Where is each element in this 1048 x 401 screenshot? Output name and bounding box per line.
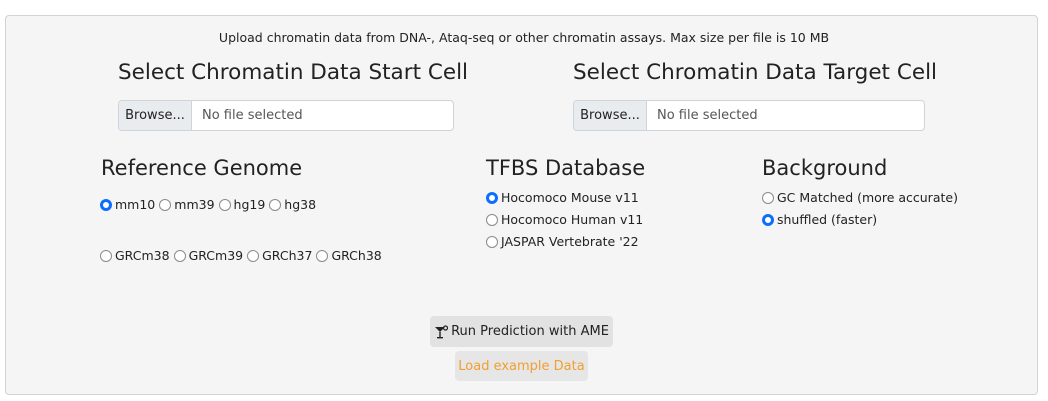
radio-icon[interactable]: [159, 198, 172, 211]
genome-option-hg38[interactable]: hg38: [269, 197, 316, 212]
target-cell-browse-button[interactable]: Browse...: [574, 101, 647, 130]
background-option-shuffled[interactable]: shuffled (faster): [762, 212, 958, 227]
genome-option-grcm39[interactable]: GRCm39: [173, 248, 243, 263]
background-option-gc-matched[interactable]: GC Matched (more accurate): [762, 190, 958, 205]
target-cell-file-input[interactable]: Browse... No file selected: [573, 100, 925, 131]
radio-selected-icon[interactable]: [762, 213, 774, 226]
radio-icon[interactable]: [100, 249, 112, 262]
target-cell-title: Select Chromatin Data Target Cell: [573, 60, 938, 85]
tfbs-option-hocomoco-human[interactable]: Hocomoco Human v11: [486, 212, 643, 227]
genome-option-grch38[interactable]: GRCh38: [316, 248, 382, 263]
tfbs-option-jaspar[interactable]: JASPAR Vertebrate '22: [486, 234, 643, 249]
load-example-button[interactable]: Load example Data: [455, 351, 588, 381]
radio-icon[interactable]: [247, 249, 260, 262]
genome-option-hg19[interactable]: hg19: [218, 197, 265, 212]
genome-option-mm10[interactable]: mm10: [100, 197, 155, 212]
genome-option-mm39[interactable]: mm39: [159, 197, 215, 212]
tfbs-database-title: TFBS Database: [486, 156, 646, 180]
background-title: Background: [762, 156, 888, 180]
radio-selected-icon[interactable]: [100, 198, 112, 211]
start-cell-file-name: No file selected: [202, 108, 303, 123]
radio-icon[interactable]: [762, 191, 774, 204]
genome-option-grch37[interactable]: GRCh37: [247, 248, 312, 263]
background-options: GC Matched (more accurate) shuffled (fas…: [762, 190, 958, 227]
radio-icon[interactable]: [218, 198, 231, 211]
radio-icon[interactable]: [486, 213, 498, 226]
radio-selected-icon[interactable]: [486, 191, 498, 204]
start-cell-browse-button[interactable]: Browse...: [119, 101, 192, 130]
tfbs-option-hocomoco-mouse[interactable]: Hocomoco Mouse v11: [486, 190, 643, 205]
run-prediction-button[interactable]: Run Prediction with AME: [430, 316, 613, 347]
radio-icon[interactable]: [173, 249, 186, 262]
reference-genome-title: Reference Genome: [101, 156, 303, 180]
reference-genome-row1: mm10 mm39 hg19 hg38: [100, 197, 316, 212]
run-prediction-label: Run Prediction with AME: [451, 324, 609, 339]
upload-note: Upload chromatin data from DNA-, Ataq-se…: [218, 30, 830, 45]
start-cell-title: Select Chromatin Data Start Cell: [118, 60, 469, 85]
tfbs-options: Hocomoco Mouse v11 Hocomoco Human v11 JA…: [486, 190, 643, 249]
radio-icon[interactable]: [269, 198, 282, 211]
start-cell-file-input[interactable]: Browse... No file selected: [118, 100, 454, 131]
radio-icon[interactable]: [316, 249, 329, 262]
radio-icon[interactable]: [486, 235, 498, 248]
cocktail-icon: [435, 324, 449, 338]
genome-option-grcm38[interactable]: GRCm38: [100, 248, 170, 263]
target-cell-file-name: No file selected: [657, 108, 758, 123]
reference-genome-row2: GRCm38 GRCm39 GRCh37 GRCh38: [100, 248, 382, 263]
